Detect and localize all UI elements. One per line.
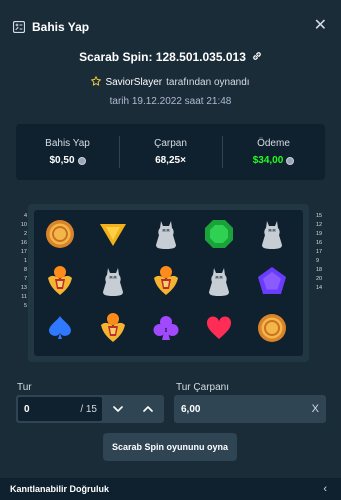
close-icon[interactable]: ✕ (314, 18, 327, 34)
payline-number: 4 (23, 213, 27, 219)
scarab-icon (91, 308, 135, 348)
play-game-button[interactable]: Scarab Spin oyununu oyna (103, 433, 237, 461)
multiplier-input-value: 6,00 (181, 403, 201, 415)
payline-number: 18 (316, 267, 323, 273)
stat-label: Bahis Yap (45, 138, 90, 149)
payline-number: 20 (316, 276, 323, 282)
stat-label: Çarpan (154, 138, 187, 149)
scarab-icon (144, 261, 188, 301)
stat-value: $34,00 (253, 155, 295, 166)
bet-date: tarih 19.12.2022 saat 21:48 (109, 96, 232, 107)
payline-number: 10 (20, 222, 27, 228)
bet-stats: Bahis Yap $0,50 Çarpan 68,25× Ödeme $34,… (16, 124, 325, 180)
modal-header: Bahis Yap ✕ (0, 0, 341, 54)
payline-number: 13 (20, 285, 27, 291)
tur-value: 0 (24, 403, 30, 415)
bet-slip-icon (12, 20, 26, 34)
payline-number: 12 (316, 222, 323, 228)
multiplier-value: 68,25× (155, 155, 186, 166)
tur-label: Tur (17, 382, 32, 393)
cat-icon (197, 261, 241, 301)
spade-icon (38, 308, 82, 348)
spin-id-label: Scarab Spin: 128.501.035.013 (79, 50, 246, 64)
payline-number: 9 (316, 258, 320, 264)
payline-numbers-left: 4 10 2 16 17 1 8 7 13 11 5 (17, 212, 27, 311)
chevron-left-icon[interactable]: ‹ (323, 483, 327, 495)
played-by: SaviorSlayer tarafından oynandı (0, 75, 341, 89)
spin-id: Scarab Spin: 128.501.035.013 (0, 50, 341, 64)
payline-number: 8 (23, 267, 27, 273)
provably-fair-bar[interactable]: Kanıtlanabilir Doğruluk ‹ (0, 478, 341, 500)
heart-icon (197, 308, 241, 348)
stat-label: Ödeme (257, 138, 290, 149)
coin-icon (38, 214, 82, 254)
payline-number: 16 (20, 240, 27, 246)
stat-value: $0,50 (49, 155, 86, 166)
currency-icon (286, 156, 295, 165)
tur-control: 0 / 15 (16, 395, 164, 423)
currency-icon (77, 156, 86, 165)
payline-number: 7 (23, 276, 27, 282)
stat-multiplier: Çarpan 68,25× (119, 124, 222, 180)
stat-bet: Bahis Yap $0,50 (16, 124, 119, 180)
chevron-up-icon[interactable] (133, 397, 163, 421)
payline-number: 17 (20, 249, 27, 255)
multiplier-label: Tur Çarpanı (176, 382, 229, 393)
provably-fair-label: Kanıtlanabilir Doğruluk (10, 484, 110, 494)
payline-number: 19 (316, 231, 323, 237)
cat-icon (250, 214, 294, 254)
emerald-icon (197, 214, 241, 254)
chevron-down-icon[interactable] (103, 397, 133, 421)
payline-number: 15 (316, 213, 323, 219)
player-link[interactable]: SaviorSlayer (105, 77, 162, 88)
star-icon (91, 75, 102, 89)
link-icon[interactable] (252, 50, 262, 64)
bet-amount: $0,50 (49, 155, 75, 166)
club-icon (144, 308, 188, 348)
coin-icon (250, 308, 294, 348)
payline-numbers-right: 15 12 19 16 17 9 18 20 14 (316, 212, 328, 293)
payline-number: 2 (23, 231, 27, 237)
played-suffix: tarafından oynandı (166, 77, 250, 88)
tur-total: / 15 (80, 403, 97, 415)
clear-icon[interactable]: X (312, 403, 319, 415)
multiplier-input[interactable]: 6,00 X (174, 395, 326, 423)
payline-number: 16 (316, 240, 323, 246)
payline-number: 5 (23, 303, 27, 309)
reel-grid (34, 210, 303, 356)
triangle-icon (91, 214, 135, 254)
pentagon-icon (250, 261, 294, 301)
tur-input[interactable]: 0 / 15 (18, 397, 102, 421)
cat-icon (91, 261, 135, 301)
payline-number: 17 (316, 249, 323, 255)
scarab-icon (38, 261, 82, 301)
payout-amount: $34,00 (252, 155, 284, 166)
cat-icon (144, 214, 188, 254)
payline-number: 14 (316, 285, 323, 291)
stat-payout: Ödeme $34,00 (222, 124, 325, 180)
payline-number: 1 (23, 258, 27, 264)
payline-number: 11 (21, 294, 27, 300)
modal-title: Bahis Yap (32, 20, 90, 34)
